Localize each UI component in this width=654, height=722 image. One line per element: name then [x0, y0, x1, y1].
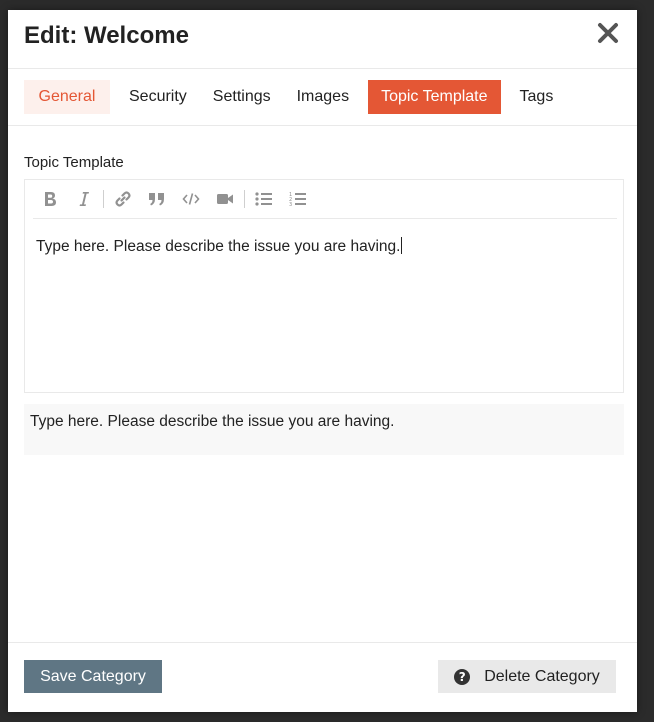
video-icon[interactable] [208, 184, 242, 214]
tab-settings[interactable]: Settings [200, 80, 284, 114]
tabs-divider [8, 125, 637, 126]
modal-header: Edit: Welcome [8, 10, 637, 69]
toolbar-separator [244, 190, 245, 208]
svg-text:3: 3 [289, 202, 292, 207]
tab-tags[interactable]: Tags [507, 80, 567, 114]
preview-text: Type here. Please describe the issue you… [30, 413, 395, 430]
tab-general[interactable]: General [24, 80, 110, 114]
modal-footer: Save Category ? Delete Category [8, 642, 637, 713]
edit-category-modal: Edit: Welcome General Security Settings … [8, 10, 637, 712]
editor-toolbar: 123 [33, 180, 617, 219]
modal-title: Edit: Welcome [24, 22, 189, 49]
editor-content[interactable]: Type here. Please describe the issue you… [36, 237, 403, 256]
editor-text: Type here. Please describe the issue you… [36, 238, 401, 255]
tab-images[interactable]: Images [284, 80, 362, 114]
bullet-list-icon[interactable] [247, 184, 281, 214]
quote-icon[interactable] [140, 184, 174, 214]
close-icon[interactable] [597, 20, 619, 46]
code-icon[interactable] [174, 184, 208, 214]
question-circle-icon: ? [454, 668, 471, 685]
numbered-list-icon[interactable]: 123 [281, 184, 315, 214]
italic-icon[interactable] [67, 184, 101, 214]
text-caret [401, 237, 403, 254]
tab-topic-template[interactable]: Topic Template [368, 80, 501, 114]
topic-template-label: Topic Template [24, 154, 124, 171]
delete-category-label: Delete Category [484, 667, 600, 685]
save-category-button[interactable]: Save Category [24, 660, 162, 693]
bold-icon[interactable] [33, 184, 67, 214]
toolbar-separator [103, 190, 104, 208]
editor-preview: Type here. Please describe the issue you… [24, 404, 624, 455]
topic-template-editor[interactable]: 123 Type here. Please describe the issue… [24, 179, 624, 393]
tab-security[interactable]: Security [116, 80, 200, 114]
delete-category-button[interactable]: ? Delete Category [438, 660, 616, 693]
link-icon[interactable] [106, 184, 140, 214]
category-tabs: General Security Settings Images Topic T… [24, 80, 566, 114]
